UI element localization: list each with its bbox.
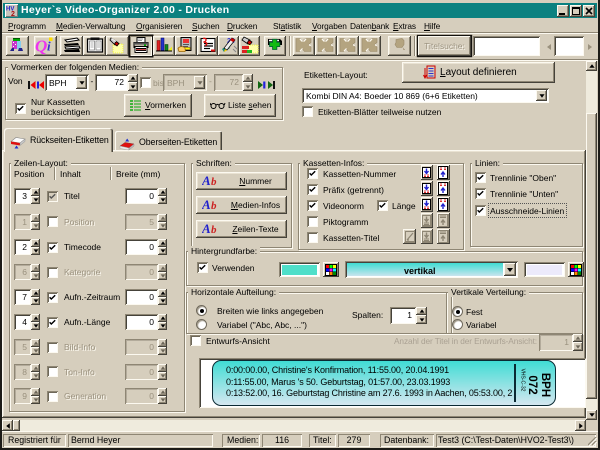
svg-text:b: b: [211, 224, 217, 235]
svg-text:A: A: [202, 198, 211, 211]
svg-text:2: 2: [11, 11, 15, 17]
svg-text:Q: Q: [35, 37, 47, 55]
svg-text:b: b: [211, 200, 217, 211]
svg-text:A: A: [202, 174, 211, 187]
svg-text:b: b: [211, 176, 217, 187]
svg-text:A: A: [202, 222, 211, 235]
